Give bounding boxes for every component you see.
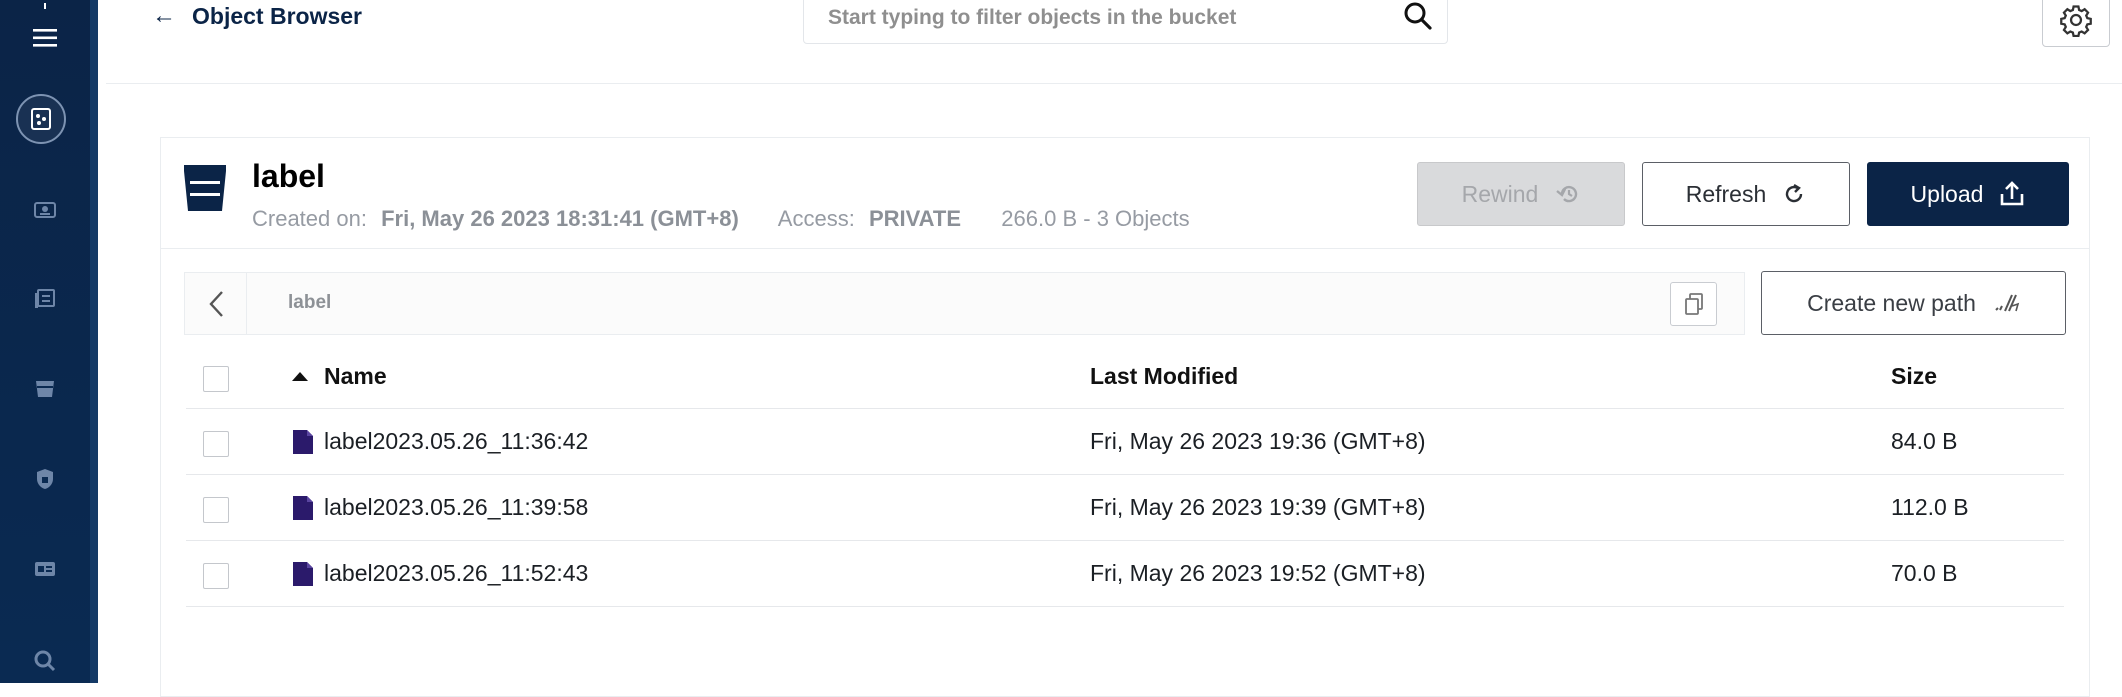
created-label: Created on: (252, 206, 367, 231)
bucket-header: label Created on: Fri, May 26 2023 18:31… (161, 138, 2089, 249)
file-icon (293, 495, 313, 520)
back-arrow-icon: ← (152, 2, 176, 29)
search-box (803, 0, 1448, 44)
objects-table: Name Last Modified Size label2023.05.26_… (186, 345, 2064, 607)
object-size: 70.0 B (1891, 560, 1958, 586)
upload-button[interactable]: Upload (1867, 162, 2069, 226)
chevron-left-icon (208, 290, 223, 317)
diagnostics-icon (34, 650, 56, 672)
object-browser-icon (31, 108, 51, 130)
bucket-icon (184, 165, 226, 211)
copy-icon (1684, 293, 1703, 315)
identity-icon (34, 202, 56, 218)
back-to-object-browser[interactable]: ← Object Browser (152, 2, 362, 30)
search-icon[interactable] (1403, 1, 1433, 31)
object-modified: Fri, May 26 2023 19:36 (GMT+8) (1090, 428, 1426, 454)
sidebar-item-object-browser[interactable] (16, 94, 66, 144)
buckets-icon (36, 381, 54, 397)
object-modified: Fri, May 26 2023 19:39 (GMT+8) (1090, 494, 1426, 520)
bucket-panel: label Created on: Fri, May 26 2023 18:31… (160, 137, 2090, 697)
upload-label: Upload (1910, 180, 1984, 207)
bucket-name: label (252, 158, 325, 194)
file-icon (293, 561, 313, 586)
license-icon (35, 562, 55, 576)
sidebar-item-buckets[interactable] (0, 372, 90, 406)
gear-icon (2060, 4, 2092, 37)
row-checkbox[interactable] (203, 563, 229, 589)
sidebar-item-license[interactable] (0, 552, 90, 586)
refresh-button[interactable]: Refresh (1642, 162, 1850, 226)
object-size: 84.0 B (1891, 428, 1958, 454)
row-checkbox[interactable] (203, 497, 229, 523)
object-name-cell: label2023.05.26_11:36:42 (292, 409, 588, 474)
new-path-icon (1995, 294, 2020, 312)
settings-button[interactable] (2042, 0, 2110, 47)
sidebar-item-identity[interactable] (0, 192, 90, 226)
copy-path-button[interactable] (1670, 282, 1717, 326)
sidebar-item-diagnostics[interactable] (0, 644, 90, 678)
access-label: Access: (777, 206, 855, 231)
row-checkbox[interactable] (203, 431, 229, 457)
sidebar-item-policies[interactable] (0, 462, 90, 496)
created-value: Fri, May 26 2023 18:31:41 (GMT+8) (381, 206, 739, 231)
policies-icon (37, 469, 53, 489)
table-row[interactable]: label2023.05.26_11:52:43 Fri, May 26 202… (186, 541, 2064, 607)
sort-ascending-icon (292, 372, 308, 381)
create-path-label: Create new path (1807, 289, 1976, 316)
sidebar (0, 0, 98, 683)
select-all-checkbox[interactable] (203, 366, 229, 392)
object-size: 112.0 B (1891, 494, 1969, 520)
menu-icon[interactable] (0, 20, 90, 56)
refresh-icon (1786, 183, 1803, 203)
object-name-cell: label2023.05.26_11:52:43 (292, 541, 588, 606)
bucket-summary: 266.0 B - 3 Objects (1001, 206, 1190, 231)
create-new-path-button[interactable]: Create new path (1761, 271, 2066, 335)
column-name-label: Name (324, 363, 387, 389)
history-icon (1556, 185, 1578, 203)
bucket-meta: Created on: Fri, May 26 2023 18:31:41 (G… (252, 206, 1190, 232)
object-name-cell: label2023.05.26_11:39:58 (292, 475, 588, 540)
object-name: label2023.05.26_11:36:42 (324, 428, 589, 454)
page-title: Object Browser (192, 2, 362, 29)
refresh-label: Refresh (1685, 180, 1767, 207)
table-row[interactable]: label2023.05.26_11:39:58 Fri, May 26 202… (186, 475, 2064, 541)
column-name[interactable]: Name (292, 345, 387, 408)
object-name: label2023.05.26_11:39:58 (324, 494, 589, 520)
path-back-button[interactable] (185, 273, 247, 334)
object-name: label2023.05.26_11:52:43 (324, 560, 589, 586)
rewind-button[interactable]: Rewind (1417, 162, 1625, 226)
sidebar-top-indicator (0, 0, 90, 14)
upload-icon (2001, 181, 2024, 206)
column-size[interactable]: Size (1891, 345, 1937, 408)
object-modified: Fri, May 26 2023 19:52 (GMT+8) (1090, 560, 1426, 586)
rewind-label: Rewind (1461, 180, 1539, 207)
column-last-modified[interactable]: Last Modified (1090, 345, 1238, 408)
file-icon (293, 429, 313, 454)
top-bar: ← Object Browser (106, 0, 2122, 84)
sidebar-item-logs[interactable] (0, 282, 90, 316)
table-row[interactable]: label2023.05.26_11:36:42 Fri, May 26 202… (186, 409, 2064, 475)
breadcrumb: label (184, 272, 1745, 335)
current-path[interactable]: label (288, 292, 331, 314)
search-input[interactable] (828, 0, 1388, 37)
access-value: PRIVATE (868, 206, 962, 231)
table-header: Name Last Modified Size (186, 345, 2064, 409)
logs-icon (35, 289, 55, 308)
